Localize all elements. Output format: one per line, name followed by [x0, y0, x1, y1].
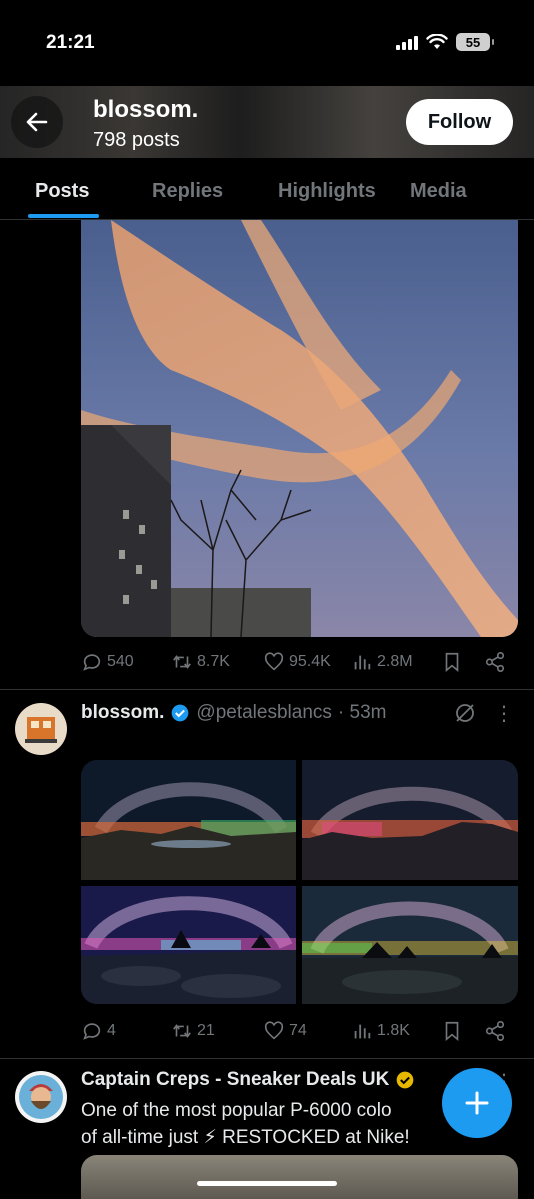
galaxy-image-3[interactable]	[81, 886, 296, 1004]
follow-button[interactable]: Follow	[406, 99, 513, 145]
galaxy-photo	[302, 886, 518, 1004]
galaxy-image-2[interactable]	[302, 760, 518, 880]
galaxy-image-4[interactable]	[302, 886, 518, 1004]
heart-icon	[264, 1021, 284, 1040]
status-time: 21:21	[46, 32, 95, 53]
post-count: 798 posts	[93, 129, 180, 151]
view-count: 2.8M	[377, 653, 413, 670]
avatar-image	[15, 703, 67, 755]
avatar[interactable]	[15, 703, 67, 755]
avatar[interactable]	[15, 1071, 67, 1123]
profile-tabs: Posts Replies Highlights Media	[0, 158, 534, 220]
bookmark-button[interactable]	[441, 1020, 463, 1042]
bookmark-icon	[445, 1021, 459, 1042]
heart-icon	[264, 652, 284, 671]
battery-icon: 55	[456, 33, 494, 51]
reply-button[interactable]: 540	[81, 651, 134, 673]
post-header: blossom. @petalesblancs · 53m	[81, 702, 386, 724]
galaxy-image-1[interactable]	[81, 760, 296, 880]
reply-count: 540	[107, 653, 134, 670]
post-divider	[0, 1058, 534, 1059]
repost-icon	[173, 655, 191, 669]
compose-button[interactable]	[442, 1068, 512, 1138]
avatar-image	[15, 1071, 67, 1123]
like-count: 74	[289, 1022, 307, 1039]
galaxy-photo	[302, 760, 518, 880]
repost-button[interactable]: 21	[171, 1020, 215, 1042]
bookmark-icon	[445, 652, 459, 673]
views-button[interactable]: 2.8M	[351, 651, 413, 673]
views-button[interactable]: 1.8K	[351, 1020, 410, 1042]
bookmark-button[interactable]	[441, 651, 463, 673]
home-indicator[interactable]	[197, 1181, 337, 1186]
reply-icon	[83, 1023, 101, 1040]
verified-badge-icon	[397, 1071, 414, 1089]
author-name[interactable]: blossom.	[81, 702, 164, 724]
reply-icon	[83, 654, 101, 671]
share-button[interactable]	[484, 1020, 506, 1042]
post-header: Captain Creps - Sneaker Deals UK	[81, 1069, 415, 1091]
tab-replies[interactable]: Replies	[152, 180, 223, 203]
author-name[interactable]: Captain Creps - Sneaker Deals UK	[81, 1069, 389, 1091]
plus-icon	[465, 1091, 489, 1115]
reply-button[interactable]: 4	[81, 1020, 116, 1042]
post-time: · 53m	[337, 702, 387, 723]
share-button[interactable]	[484, 651, 506, 673]
post-image[interactable]	[81, 1155, 518, 1199]
repost-count: 21	[197, 1022, 215, 1039]
share-icon	[485, 652, 505, 672]
repost-icon	[173, 1024, 191, 1038]
galaxy-photo	[81, 760, 296, 880]
post-image[interactable]	[81, 220, 518, 637]
profile-header: blossom. 798 posts Follow	[0, 86, 534, 158]
repost-count: 8.7K	[197, 653, 230, 670]
verified-badge-icon	[172, 704, 189, 722]
grok-icon[interactable]	[453, 701, 477, 725]
tab-highlights[interactable]: Highlights	[278, 180, 376, 203]
active-tab-indicator	[28, 214, 99, 218]
post-divider	[0, 689, 534, 690]
post-actions: 540 8.7K 95.4K 2.8M	[81, 651, 511, 677]
cellular-signal-icon	[396, 34, 418, 50]
galaxy-photo	[81, 886, 296, 1004]
profile-name: blossom.	[93, 96, 199, 123]
share-icon	[485, 1021, 505, 1041]
like-count: 95.4K	[289, 653, 331, 670]
more-options-icon[interactable]: ⋮	[494, 704, 514, 724]
view-count: 1.8K	[377, 1022, 410, 1039]
author-handle[interactable]: @petalesblancs	[196, 702, 331, 724]
analytics-icon	[354, 1024, 371, 1039]
tab-media[interactable]: Media	[410, 180, 467, 203]
arrow-left-icon	[26, 112, 48, 132]
status-bar: 21:21 55	[0, 0, 534, 86]
post-actions: 4 21 74 1.8K	[81, 1020, 511, 1046]
reply-count: 4	[107, 1022, 116, 1039]
status-icons: 55	[396, 33, 494, 51]
repost-button[interactable]: 8.7K	[171, 651, 230, 673]
tab-posts[interactable]: Posts	[35, 180, 89, 203]
back-button[interactable]	[11, 96, 63, 148]
sky-photo	[81, 220, 518, 637]
analytics-icon	[354, 655, 371, 670]
like-button[interactable]: 95.4K	[263, 651, 331, 673]
like-button[interactable]: 74	[263, 1020, 307, 1042]
wifi-icon	[426, 34, 448, 49]
